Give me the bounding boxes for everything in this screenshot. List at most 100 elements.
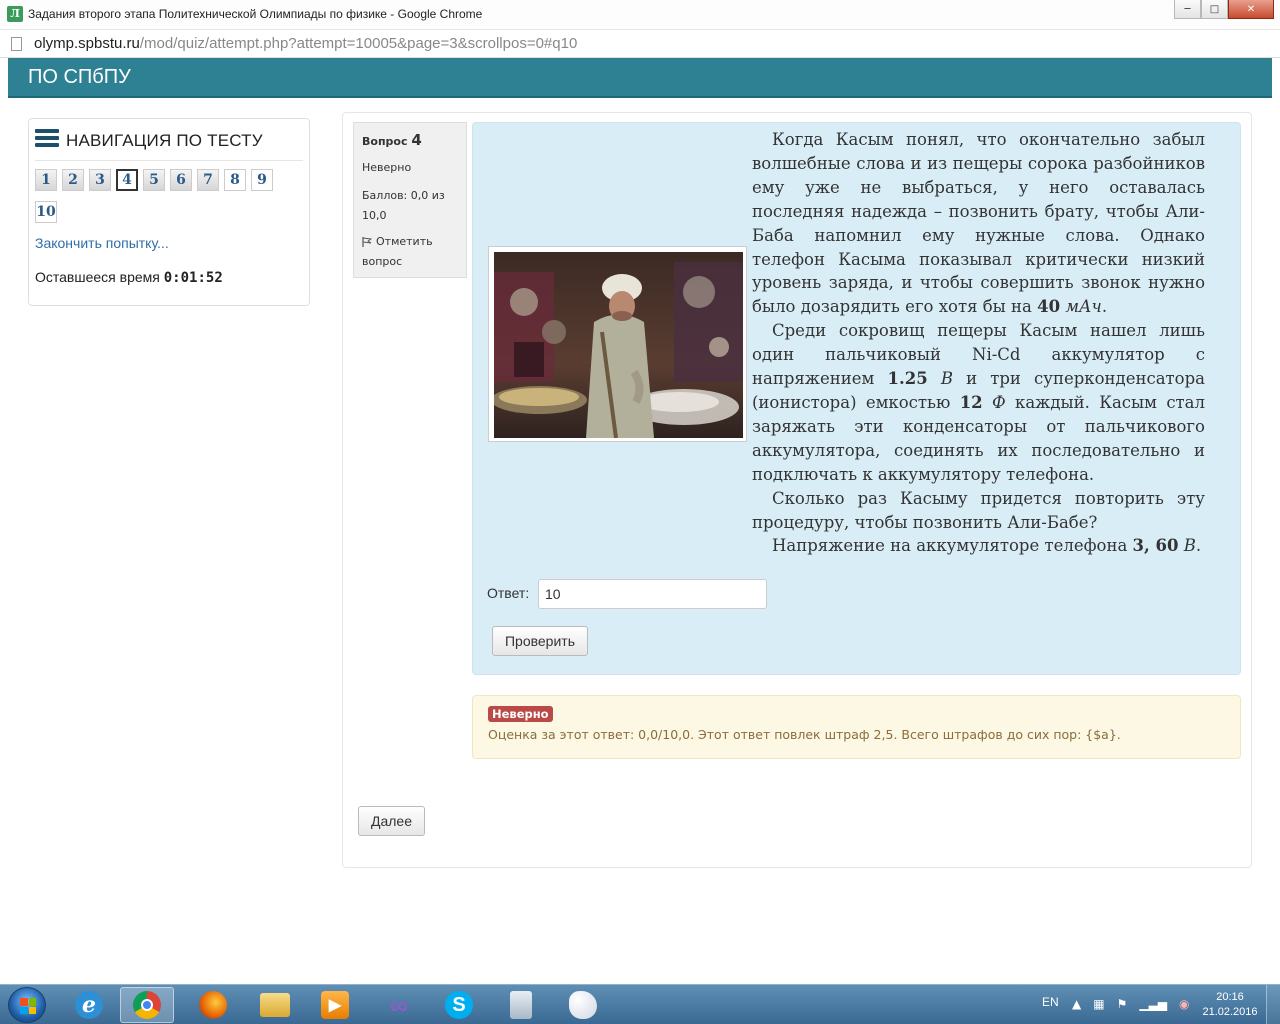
firefox-taskbar-button[interactable] xyxy=(186,987,240,1023)
skype-taskbar-button[interactable]: S xyxy=(432,987,486,1023)
menu-icon[interactable] xyxy=(35,129,59,149)
question-paragraph-4: Напряжение на аккумуляторе телефона 3, 6… xyxy=(752,534,1205,558)
chrome-icon xyxy=(133,991,161,1019)
maximize-button[interactable]: □ xyxy=(1201,0,1228,19)
question-button-1[interactable]: 1 xyxy=(35,169,57,191)
question-button-7[interactable]: 7 xyxy=(197,169,219,191)
question-state: Неверно xyxy=(362,161,412,174)
folder-icon xyxy=(260,993,290,1017)
feedback-box: Неверно Оценка за этот ответ: 0,0/10,0. … xyxy=(472,695,1241,759)
p4-unit: В xyxy=(1183,536,1196,556)
media-player-taskbar-button[interactable]: ▶ xyxy=(308,987,362,1023)
window-title: Задания второго этапа Политехнической Ол… xyxy=(28,7,483,21)
clock-date: 21.02.2016 xyxy=(1202,1006,1258,1018)
calculator-icon xyxy=(510,991,532,1019)
p1-end: . xyxy=(1101,297,1108,317)
clock[interactable]: 20:16 21.02.2016 xyxy=(1200,990,1260,1020)
site-brand-link[interactable]: ПО СПбПУ xyxy=(28,66,131,89)
p2-value-1: 1.25 xyxy=(887,369,928,389)
answer-input[interactable] xyxy=(538,579,767,609)
tray-icons: ▲ ▦ ⚑ ▁▃▅ ◉ xyxy=(1072,997,1190,1011)
p4-text: Напряжение на аккумуляторе телефона xyxy=(772,536,1133,556)
timer-value: 0:01:52 xyxy=(163,270,223,286)
feedback-text: Оценка за этот ответ: 0,0/10,0. Этот отв… xyxy=(488,727,1121,742)
show-desktop-button[interactable] xyxy=(1266,985,1280,1024)
quiz-navigation-block: НАВИГАЦИЯ ПО ТЕСТУ 1 2 3 4 5 6 7 8 9 10 Закончить… xyxy=(28,118,310,306)
question-button-2[interactable]: 2 xyxy=(62,169,84,191)
paint-palette-icon xyxy=(569,991,597,1019)
windows-tray-icon[interactable]: ▦ xyxy=(1093,997,1104,1011)
language-indicator[interactable]: EN xyxy=(1042,995,1059,1024)
question-info: Вопрос 4 Неверно Баллов: 0,0 из 10,0 Отме… xyxy=(353,122,467,278)
kasym-in-cave-illustration xyxy=(494,252,743,438)
visual-studio-icon: ∞ xyxy=(389,989,409,1020)
calculator-taskbar-button[interactable] xyxy=(494,987,548,1023)
url-text[interactable]: olymp.spbstu.ru/mod/quiz/attempt.php?att… xyxy=(34,35,577,52)
p4-value: 3, 60 xyxy=(1132,536,1179,556)
network-signal-icon[interactable]: ▁▃▅ xyxy=(1139,997,1167,1011)
question-button-3[interactable]: 3 xyxy=(89,169,111,191)
clock-time: 20:16 xyxy=(1216,991,1244,1003)
question-text: Когда Касым понял, что окончательно забы… xyxy=(752,128,1205,558)
minimize-button[interactable]: ─ xyxy=(1174,0,1201,19)
question-button-10[interactable]: 10 xyxy=(35,201,57,223)
window-titlebar: Л Задания второго этапа Политехнической … xyxy=(0,0,1280,30)
p2-unit-1: В xyxy=(940,369,953,389)
question-button-9[interactable]: 9 xyxy=(251,169,273,191)
p2-value-2: 12 xyxy=(959,392,983,412)
question-paragraph-1: Когда Касым понял, что окончательно забы… xyxy=(752,128,1205,319)
url-host: olymp.spbstu.ru xyxy=(34,35,140,52)
question-image xyxy=(488,246,747,442)
p1-unit: мАч xyxy=(1065,297,1102,317)
site-header: ПО СПбПУ xyxy=(8,58,1272,98)
p1-value: 40 xyxy=(1037,297,1061,317)
paint-taskbar-button[interactable] xyxy=(556,987,610,1023)
play-icon: ▶ xyxy=(321,991,349,1019)
question-grade: Баллов: 0,0 из 10,0 xyxy=(362,186,458,226)
p1-text: Когда Касым понял, что окончательно забы… xyxy=(752,130,1205,317)
explorer-taskbar-button[interactable] xyxy=(248,987,302,1023)
answer-label: Ответ: xyxy=(487,585,530,601)
nav-block-title: НАВИГАЦИЯ ПО ТЕСТУ xyxy=(66,131,263,150)
url-path: /mod/quiz/attempt.php?attempt=10005&page… xyxy=(139,35,578,52)
windows-taskbar: e ▶ ∞ S EN ▲ ▦ ⚑ ▁▃▅ ◉ 20:16 21.02.2016 xyxy=(0,984,1280,1024)
p2-unit-2: Ф xyxy=(992,392,1006,412)
address-bar[interactable]: olymp.spbstu.ru/mod/quiz/attempt.php?att… xyxy=(0,30,1280,58)
question-paragraph-2: Среди сокровищ пещеры Касым нашел лишь о… xyxy=(752,319,1205,486)
tray-expand-icon[interactable]: ▲ xyxy=(1072,997,1081,1011)
p4-end: . xyxy=(1195,536,1202,556)
chrome-taskbar-button[interactable] xyxy=(120,987,174,1023)
flag-line2: вопрос xyxy=(362,255,403,268)
flag-icon xyxy=(362,237,372,247)
grade-line1: Баллов: 0,0 из xyxy=(362,189,445,202)
action-center-flag-icon[interactable]: ⚑ xyxy=(1117,997,1128,1011)
check-button[interactable]: Проверить xyxy=(492,626,588,656)
page-icon xyxy=(11,37,22,51)
question-number: Вопрос 4 xyxy=(362,131,458,149)
question-paragraph-3: Сколько раз Касыму придется повторить эт… xyxy=(752,488,1205,532)
question-button-6[interactable]: 6 xyxy=(170,169,192,191)
close-button[interactable]: ✕ xyxy=(1228,0,1274,19)
volume-muted-icon[interactable]: ◉ xyxy=(1179,997,1189,1011)
finish-attempt-link[interactable]: Закончить попытку... xyxy=(35,235,169,251)
flag-question-toggle[interactable]: Отметить вопрос xyxy=(362,232,458,272)
question-button-4[interactable]: 4 xyxy=(116,169,138,191)
grade-line2: 10,0 xyxy=(362,209,387,222)
time-remaining: Оставшееся время 0:01:52 xyxy=(35,269,223,286)
visual-studio-taskbar-button[interactable]: ∞ xyxy=(372,987,426,1023)
flag-line1: Отметить xyxy=(376,235,433,248)
question-button-5[interactable]: 5 xyxy=(143,169,165,191)
incorrect-badge: Неверно xyxy=(488,706,553,722)
skype-icon: S xyxy=(445,991,473,1019)
windows-logo-icon xyxy=(20,998,36,1014)
start-button[interactable] xyxy=(8,987,46,1023)
question-number-value: 4 xyxy=(411,131,422,149)
firefox-icon xyxy=(199,991,227,1019)
question-button-8[interactable]: 8 xyxy=(224,169,246,191)
next-button[interactable]: Далее xyxy=(358,806,425,836)
internet-explorer-icon: e xyxy=(75,991,103,1019)
site-favicon-icon: Л xyxy=(7,6,23,22)
question-label: Вопрос xyxy=(362,135,408,148)
internet-explorer-taskbar-button[interactable]: e xyxy=(62,987,116,1023)
timer-label: Оставшееся время xyxy=(35,269,160,285)
